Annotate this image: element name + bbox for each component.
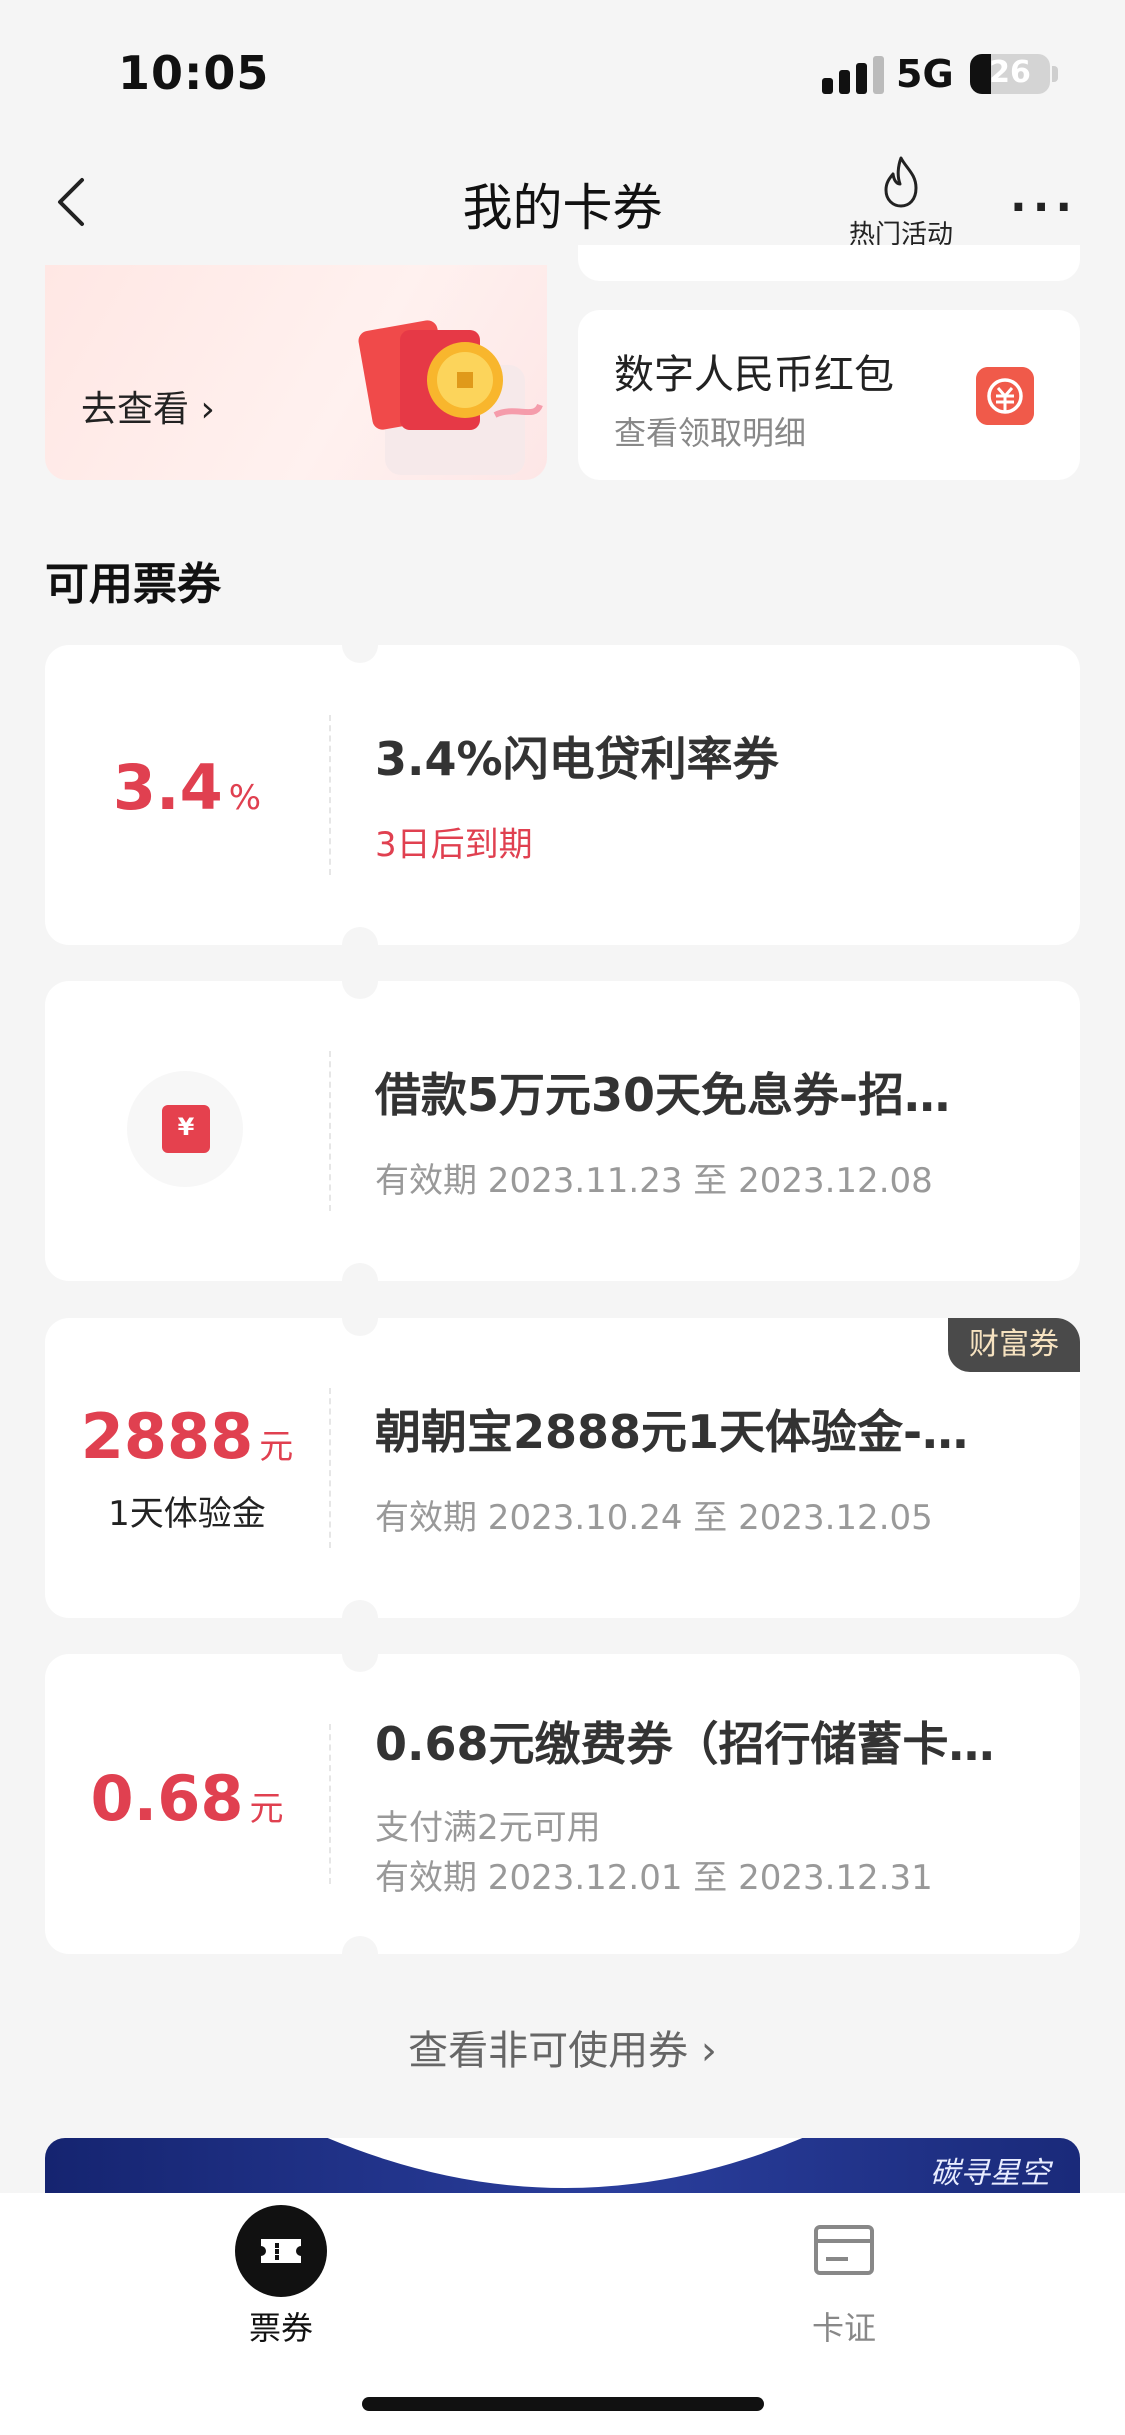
coupon-divider — [329, 1724, 331, 1884]
ticket-icon — [235, 2205, 327, 2297]
money-bag-symbol: ¥ — [177, 1113, 195, 1141]
money-bag-icon: ¥ — [127, 1071, 243, 1187]
card-icon — [814, 2225, 874, 2275]
battery-tip — [1052, 66, 1058, 82]
red-envelope-illustration — [358, 320, 543, 475]
coupon-value-unit: 元 — [249, 1789, 284, 1829]
wealth-coupon-tag: 财富券 — [948, 1318, 1080, 1372]
coupon-title: 朝朝宝2888元1天体验金-… — [375, 1405, 969, 1459]
status-bar: 10:05 5G 26 — [0, 0, 1125, 140]
status-time: 10:05 — [118, 46, 270, 100]
view-invalid-coupons-link[interactable]: 查看非可使用券 › — [0, 2018, 1125, 2076]
coupon-notch — [342, 1600, 378, 1636]
coupon-notch — [342, 963, 378, 999]
coupon-condition: 支付满2元可用 — [375, 1808, 601, 1848]
coupon-value-number: 0.68 — [90, 1762, 244, 1835]
coupon-value: 0.68 元 — [45, 1762, 329, 1835]
tab-coupons[interactable]: 票券 — [181, 2193, 381, 2349]
tab-cards[interactable]: 卡证 — [744, 2193, 944, 2349]
tab-label: 票券 — [248, 2309, 313, 2347]
battery-icon: 26 — [970, 54, 1050, 94]
hot-activity-button[interactable]: 热门活动 — [836, 154, 966, 251]
coupon-value-subtitle: 1天体验金 — [108, 1494, 266, 1534]
coupon-validity: 有效期 2023.10.24 至 2023.12.05 — [375, 1498, 933, 1538]
coupon-value: 2888 元 — [45, 1400, 329, 1473]
promo-banner-card[interactable]: 去查看 › — [45, 265, 547, 480]
digital-rmb-subtitle: 查看领取明细 — [614, 414, 807, 452]
coupon-value-number: 3.4 — [112, 751, 223, 824]
coupon-value: 3.4% — [45, 751, 329, 824]
signal-icon — [822, 56, 884, 94]
coupon-notch — [342, 1263, 378, 1299]
coupon-notch — [342, 627, 378, 663]
coupon-expiry-note: 3日后到期 — [375, 825, 533, 865]
battery-level: 26 — [989, 55, 1031, 90]
coupon-divider — [329, 715, 331, 875]
coupon-card[interactable]: 0.68 元 0.68元缴费券（招行储蓄卡… 支付满2元可用 有效期 2023.1… — [45, 1636, 1080, 1972]
flame-icon — [884, 156, 918, 208]
coupon-notch — [342, 1936, 378, 1972]
coupon-notch — [342, 1636, 378, 1672]
digital-rmb-title: 数字人民币红包 — [614, 352, 894, 398]
coupon-card[interactable]: 3.4% 3.4%闪电贷利率券 3日后到期 — [45, 627, 1080, 963]
coupon-value-unit: % — [228, 778, 262, 818]
coupon-divider — [329, 1051, 331, 1211]
coupon-validity: 有效期 2023.12.01 至 2023.12.31 — [375, 1858, 933, 1898]
coupon-value-number: 2888 — [80, 1400, 254, 1473]
digital-rmb-icon — [976, 367, 1034, 425]
card-bottom-edge — [578, 245, 1080, 281]
network-label: 5G — [896, 52, 954, 96]
coupon-notch — [342, 927, 378, 963]
more-icon[interactable]: ··· — [1010, 182, 1078, 233]
tab-label: 卡证 — [811, 2309, 876, 2347]
coupon-validity: 有效期 2023.11.23 至 2023.12.08 — [375, 1161, 933, 1201]
coupon-title: 0.68元缴费券（招行储蓄卡… — [375, 1717, 995, 1771]
home-indicator[interactable] — [362, 2397, 764, 2411]
promo-text: 碳寻星空 — [930, 2156, 1050, 2191]
coupon-title: 3.4%闪电贷利率券 — [375, 732, 779, 786]
coupon-card[interactable]: ¥ 借款5万元30天免息券-招… 有效期 2023.11.23 至 2023.1… — [45, 963, 1080, 1299]
coupon-title: 借款5万元30天免息券-招… — [375, 1068, 951, 1122]
coupon-value-unit: 元 — [259, 1427, 294, 1467]
coupon-card[interactable]: 财富券 2888 元 1天体验金 朝朝宝2888元1天体验金-… 有效期 2023… — [45, 1300, 1080, 1636]
coupon-notch — [342, 1300, 378, 1336]
promo-strip[interactable]: 碳寻星空 — [45, 2138, 1080, 2200]
banner-link[interactable]: 去查看 › — [81, 380, 215, 432]
digital-rmb-card[interactable]: 数字人民币红包 查看领取明细 — [578, 310, 1080, 480]
promo-wave-shape — [327, 2138, 803, 2188]
coupon-divider — [329, 1388, 331, 1548]
section-title: 可用票券 — [45, 559, 221, 610]
